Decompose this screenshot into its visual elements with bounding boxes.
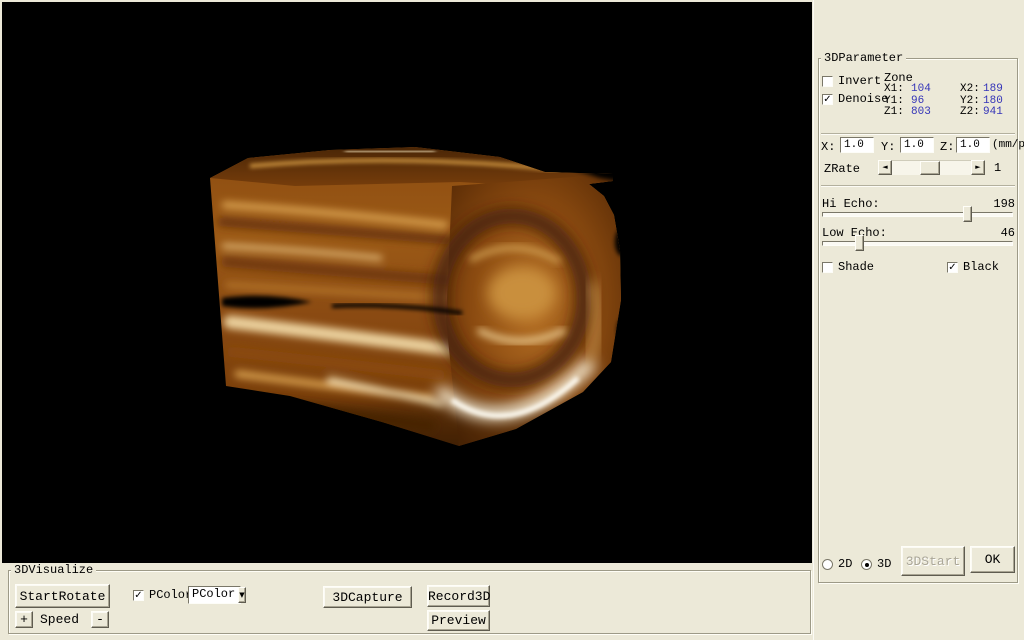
ok-button[interactable]: OK [970,546,1015,573]
zone-x2-value: 189 [983,84,1023,96]
mode-2d-radio-row[interactable]: 2D [822,558,852,570]
pcolor-checkbox[interactable]: ✓ [133,590,144,601]
denoise-label: Denoise [838,93,888,105]
capture-3d-button[interactable]: 3DCapture [323,586,412,608]
low-echo-slider[interactable] [822,235,1013,251]
black-checkbox-row[interactable]: ✓ Black [947,261,999,273]
zrate-left-arrow-icon[interactable]: ◄ [878,160,892,175]
zrate-track[interactable] [892,160,971,175]
pcolor-checkbox-row[interactable]: ✓ PColor [133,589,192,601]
visualize-group-title: 3DVisualize [11,564,96,576]
black-checkbox[interactable]: ✓ [947,262,958,273]
start-rotate-button[interactable]: StartRotate [15,584,110,608]
mode-3d-label: 3D [877,558,891,570]
mode-3d-radio-row[interactable]: 3D [861,558,891,570]
preview-button[interactable]: Preview [427,610,490,631]
start-3d-button[interactable]: 3DStart [901,546,965,576]
invert-checkbox-row[interactable]: Invert [822,75,881,87]
invert-checkbox[interactable] [822,76,833,87]
scale-y-label: Y: [881,141,895,153]
mode-2d-radio[interactable] [822,559,833,570]
chevron-down-icon[interactable]: ▼ [238,587,245,603]
denoise-checkbox-row[interactable]: ✓ Denoise [822,93,888,105]
parameter-group-title: 3DParameter [821,52,906,64]
zone-x1-label: X1: [884,84,911,96]
hi-echo-thumb[interactable] [963,206,972,222]
scale-z-input[interactable] [956,137,990,153]
scale-z-label: Z: [940,141,954,153]
speed-label: Speed [40,614,79,626]
zone-z1-label: Z1: [884,107,911,119]
application-window: 3DParameter Invert ✓ Denoise Zone X1: 10… [0,0,1024,640]
record-3d-button[interactable]: Record3D [427,585,490,607]
black-label: Black [963,261,999,273]
zrate-scrollbar[interactable]: ◄ ► [878,160,985,175]
zone-x2-label: X2: [960,84,983,96]
speed-minus-button[interactable]: - [91,611,109,628]
zrate-right-arrow-icon[interactable]: ► [971,160,985,175]
scale-y-input[interactable] [900,137,934,153]
mode-3d-radio[interactable] [861,559,872,570]
zrate-thumb[interactable] [920,161,940,175]
pcolor-checkbox-label: PColor [149,589,192,601]
shade-checkbox[interactable] [822,262,833,273]
zrate-value: 1 [994,162,1001,174]
separator [821,185,1015,187]
low-echo-thumb[interactable] [855,235,864,251]
hi-echo-groove [822,212,1013,217]
zone-z2-label: Z2: [960,107,983,119]
pcolor-select-value: PColor [189,587,238,603]
pcolor-select[interactable]: PColor ▼ [188,586,241,604]
panel-divider [813,0,814,640]
low-echo-groove [822,241,1013,246]
zone-values: X1: 104 X2: 189 Y1: 96 Y2: 180 Z1: 803 Z… [884,84,1023,119]
shade-checkbox-row[interactable]: Shade [822,261,874,273]
shade-label: Shade [838,261,874,273]
zone-z1-value: 803 [911,107,960,119]
denoise-checkbox[interactable]: ✓ [822,94,833,105]
zrate-label: ZRate [824,163,860,175]
render-viewport[interactable] [2,2,812,563]
zone-z2-value: 941 [983,107,1023,119]
mode-2d-label: 2D [838,558,852,570]
separator [821,133,1015,135]
scale-unit-label: (mm/p) [992,140,1024,151]
scale-x-label: X: [821,141,835,153]
speed-plus-button[interactable]: + [15,611,33,628]
hi-echo-slider[interactable] [822,206,1013,222]
invert-label: Invert [838,75,881,87]
scale-x-input[interactable] [840,137,874,153]
zone-x1-value: 104 [911,84,960,96]
volume-render [2,2,812,563]
